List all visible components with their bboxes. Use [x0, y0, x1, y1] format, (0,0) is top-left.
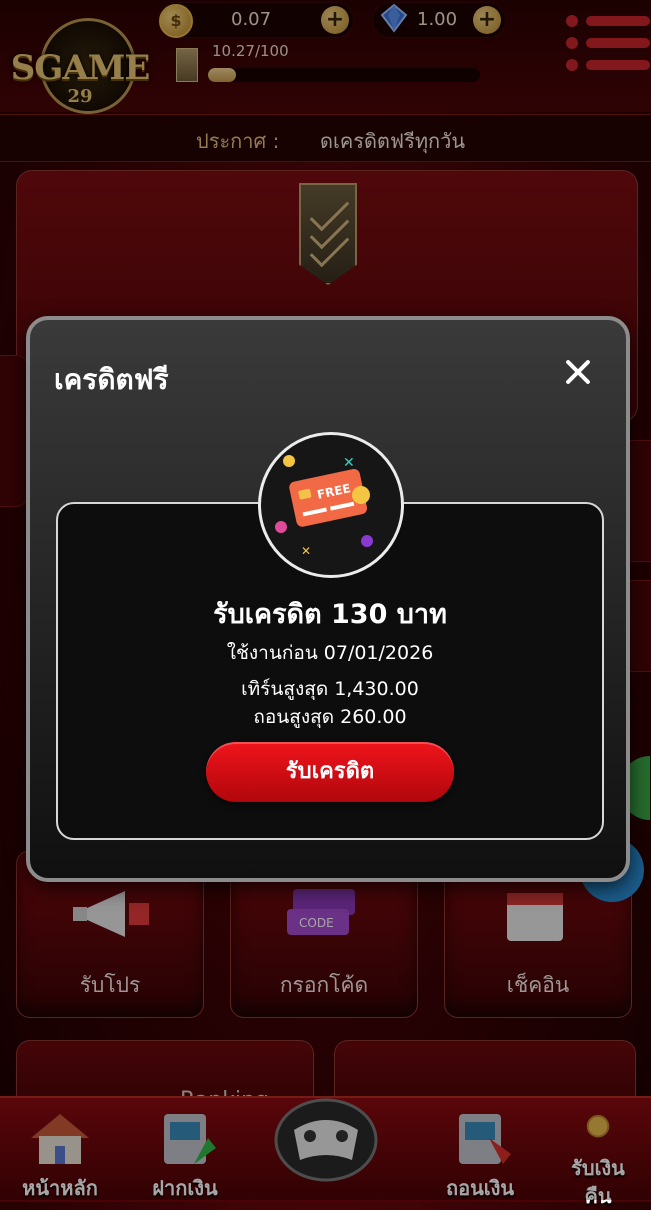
free-credit-card-icon: FREE ✕ ✕	[258, 432, 404, 578]
reward-title: รับเครดิต 130 บาท	[213, 599, 447, 630]
modal-title: เครดิตฟรี	[54, 363, 169, 396]
close-icon[interactable]	[560, 354, 596, 390]
svg-text:✕: ✕	[301, 544, 311, 558]
reward-max-withdraw: ถอนสูงสุด 260.00	[253, 706, 407, 728]
svg-text:✕: ✕	[343, 455, 355, 471]
reward-expiry: ใช้งานก่อน 07/01/2026	[226, 642, 434, 664]
free-credit-modal: เครดิตฟรี FREE ✕ ✕ รับเครดิต 130 บาท ใช้…	[26, 316, 630, 882]
reward-max-turnover: เทิร์นสูงสุด 1,430.00	[241, 678, 419, 700]
claim-credit-button[interactable]: รับเครดิต	[206, 742, 454, 802]
